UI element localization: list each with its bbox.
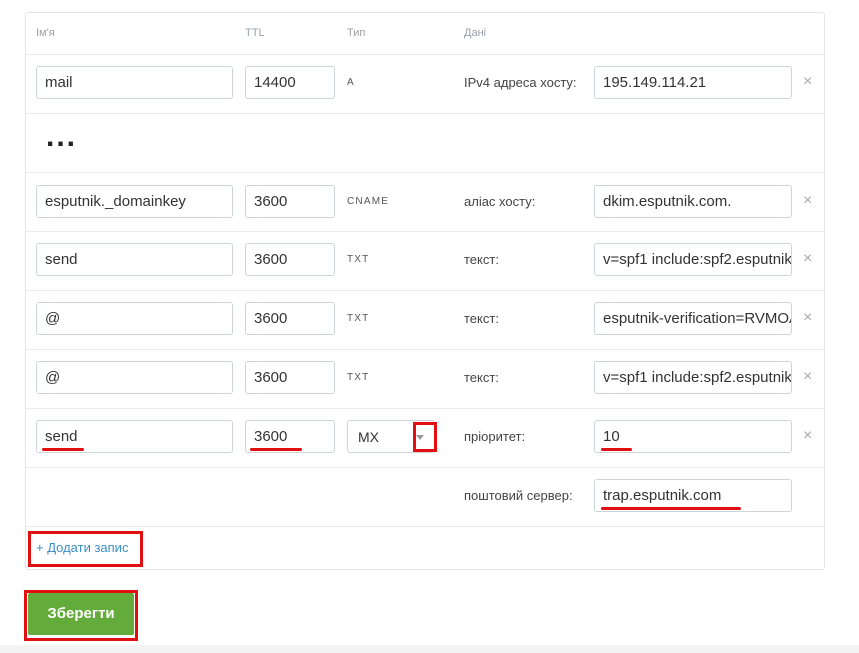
row-divider — [26, 231, 825, 232]
record-ttl-input[interactable]: 14400 — [245, 66, 335, 99]
record-type-label: TXT — [347, 254, 370, 265]
highlight-underline — [601, 507, 741, 510]
row-divider — [26, 290, 825, 291]
record-ttl-input[interactable]: 3600 — [245, 361, 335, 394]
row-divider — [26, 408, 825, 409]
record-name-input[interactable]: esputnik._domainkey — [36, 185, 233, 218]
record-data-label: текст: — [464, 311, 499, 326]
record-data-label: текст: — [464, 252, 499, 267]
mx-server-label: поштовий сервер: — [464, 488, 573, 503]
column-header-name: Ім'я — [36, 27, 55, 39]
mx-priority-label: пріоритет: — [464, 429, 526, 444]
record-type-label: TXT — [347, 313, 370, 324]
row-divider — [26, 526, 825, 527]
record-data-label: аліас хосту: — [464, 194, 536, 209]
column-header-data: Дані — [464, 27, 487, 39]
row-divider — [26, 113, 825, 114]
record-data-input[interactable]: 195.149.114.21 — [594, 66, 792, 99]
record-data-label: IPv4 адреса хосту: — [464, 75, 577, 90]
delete-record-icon[interactable]: × — [803, 369, 812, 385]
page-footer-strip — [0, 645, 859, 653]
record-data-input[interactable]: v=spf1 include:spf2.esputnik.com — [594, 361, 792, 394]
record-ttl-input[interactable]: 3600 — [245, 185, 335, 218]
add-record-highlight-box — [28, 531, 143, 567]
highlight-underline — [42, 448, 84, 451]
row-divider — [26, 172, 825, 173]
save-button-highlight-box — [24, 590, 138, 641]
column-header-ttl: TTL — [245, 27, 265, 39]
record-data-input[interactable]: v=spf1 include:spf2.esputnik.com — [594, 243, 792, 276]
row-divider — [26, 467, 825, 468]
delete-record-icon[interactable]: × — [803, 193, 812, 209]
column-header-type: Тип — [347, 27, 366, 39]
record-ttl-input[interactable]: 3600 — [245, 302, 335, 335]
record-data-input[interactable]: dkim.esputnik.com. — [594, 185, 792, 218]
highlight-underline — [601, 448, 632, 451]
record-type-label: TXT — [347, 372, 370, 383]
record-name-input[interactable]: send — [36, 243, 233, 276]
record-ttl-input[interactable]: 3600 — [245, 243, 335, 276]
row-divider — [26, 54, 825, 55]
highlight-underline — [250, 448, 302, 451]
row-divider — [26, 349, 825, 350]
record-data-label: текст: — [464, 370, 499, 385]
record-name-input[interactable]: mail — [36, 66, 233, 99]
delete-record-icon[interactable]: × — [803, 251, 812, 267]
record-data-input[interactable]: esputnik-verification=RVMOAhqAuI — [594, 302, 792, 335]
delete-record-icon[interactable]: × — [803, 310, 812, 326]
omitted-records-ellipsis: ... — [46, 120, 78, 153]
dropdown-highlight-box — [413, 422, 437, 452]
record-type-label: A — [347, 77, 355, 88]
record-type-label: CNAME — [347, 196, 390, 207]
record-name-input[interactable]: @ — [36, 302, 233, 335]
record-name-input[interactable]: @ — [36, 361, 233, 394]
delete-record-icon[interactable]: × — [803, 428, 812, 444]
record-type-value: MX — [358, 429, 379, 445]
delete-record-icon[interactable]: × — [803, 74, 812, 90]
